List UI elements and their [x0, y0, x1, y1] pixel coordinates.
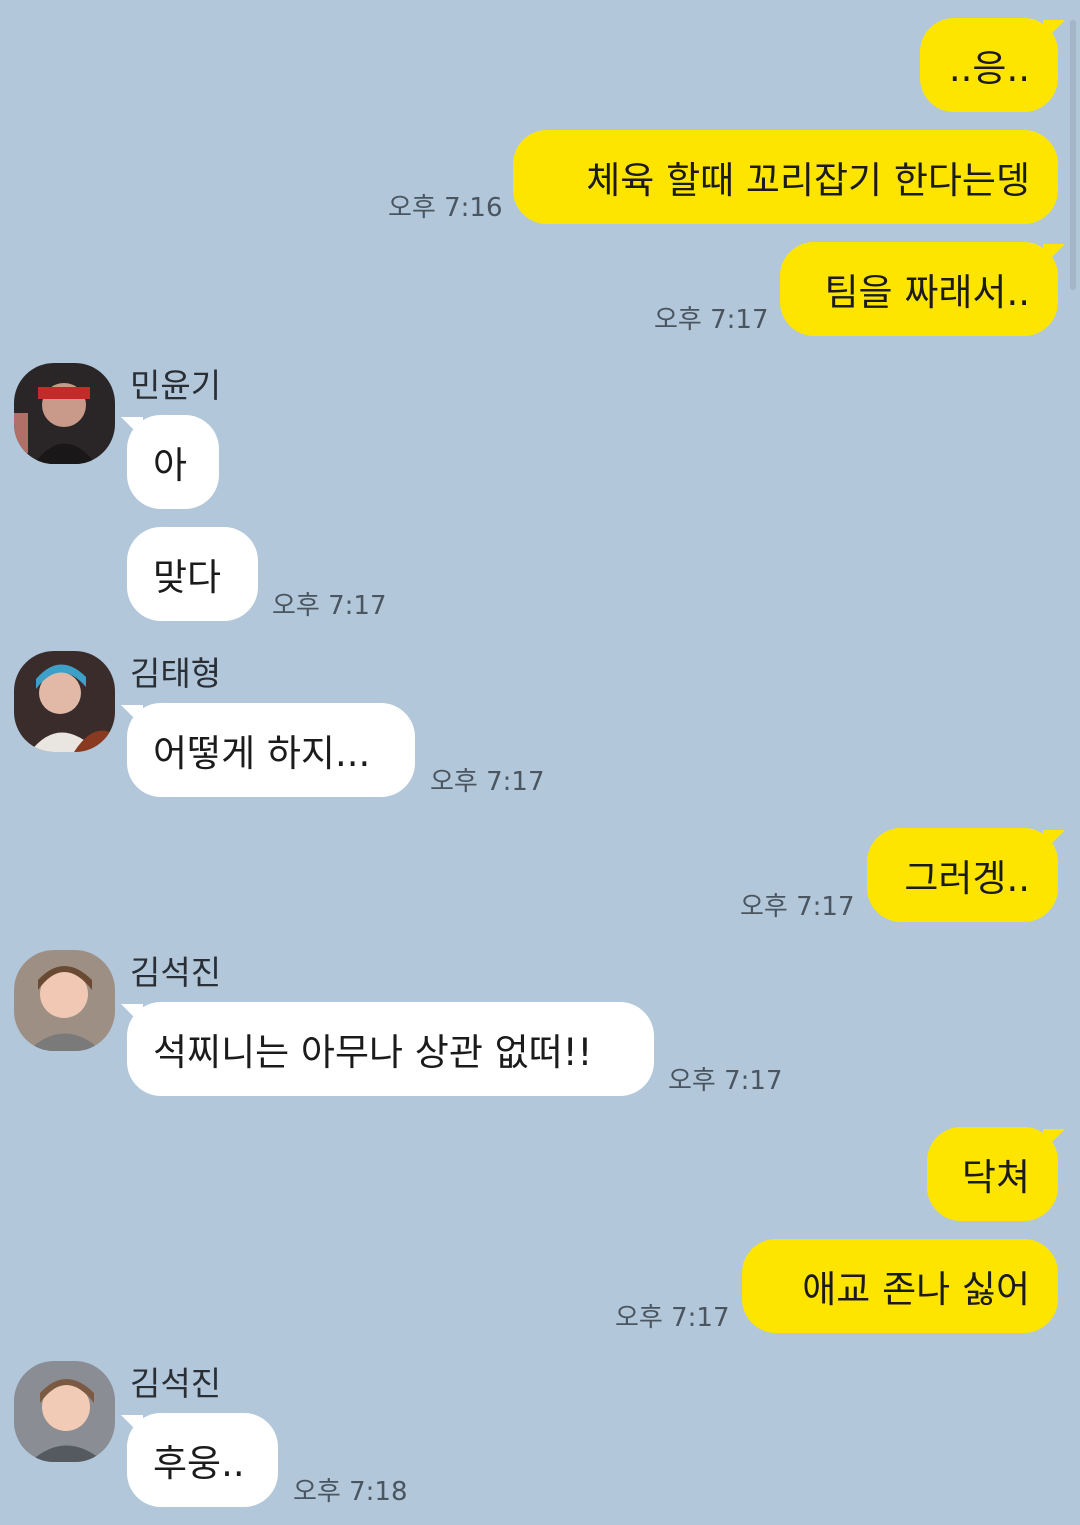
- avatar-taehyung[interactable]: [14, 651, 115, 752]
- avatar-yoongi[interactable]: [14, 363, 115, 464]
- message-timestamp: 오후 7:17: [740, 892, 855, 922]
- bubble-tail: [121, 1004, 143, 1026]
- avatar-seokjin[interactable]: [14, 950, 115, 1051]
- bubble-tail: [1043, 244, 1065, 266]
- message-text: 닥쳐: [961, 1156, 1030, 1199]
- message-timestamp: 오후 7:17: [272, 591, 387, 621]
- my-message-bubble[interactable]: 팀을 짜래서..: [780, 242, 1058, 336]
- bubble-tail: [1043, 20, 1065, 42]
- my-message-bubble[interactable]: ..응..: [920, 18, 1058, 112]
- message-text: 그러겡..: [904, 857, 1030, 900]
- their-message-bubble[interactable]: 맞다: [127, 527, 258, 621]
- sender-name: 김석진: [130, 953, 222, 992]
- sender-name: 김태형: [130, 654, 222, 693]
- bubble-tail: [121, 417, 143, 439]
- bubble-tail: [121, 1415, 143, 1437]
- message-timestamp: 오후 7:18: [293, 1477, 408, 1507]
- avatar-photo-icon: [14, 950, 115, 1051]
- message-timestamp: 오후 7:16: [388, 193, 503, 223]
- message-text: 아: [153, 444, 188, 487]
- avatar-seokjin[interactable]: [14, 1361, 115, 1462]
- avatar-photo-icon: [14, 363, 115, 464]
- their-message-bubble[interactable]: 후웅..: [127, 1413, 278, 1507]
- bubble-tail: [121, 705, 143, 727]
- message-timestamp: 오후 7:17: [654, 305, 769, 335]
- message-text: 팀을 짜래서..: [824, 271, 1030, 314]
- avatar-photo-icon: [14, 1361, 115, 1462]
- message-text: 맞다: [153, 556, 222, 599]
- sender-name: 김석진: [130, 1364, 222, 1403]
- my-message-bubble[interactable]: 애교 존나 싫어: [742, 1239, 1058, 1333]
- their-message-bubble[interactable]: 어떻게 하지...: [127, 703, 415, 797]
- avatar-photo-icon: [14, 651, 115, 752]
- message-text: 후웅..: [153, 1442, 245, 1485]
- message-text: ..응..: [948, 47, 1030, 90]
- message-timestamp: 오후 7:17: [668, 1066, 783, 1096]
- sender-name: 민윤기: [130, 366, 222, 405]
- bubble-tail: [1043, 1129, 1065, 1151]
- scrollbar[interactable]: [1070, 20, 1076, 290]
- their-message-bubble[interactable]: 석찌니는 아무나 상관 없떠!!: [127, 1002, 654, 1096]
- message-timestamp: 오후 7:17: [615, 1303, 730, 1333]
- bubble-tail: [1043, 830, 1065, 852]
- message-timestamp: 오후 7:17: [430, 767, 545, 797]
- message-text: 체육 할때 꼬리잡기 한다는뎅: [586, 159, 1030, 202]
- my-message-bubble[interactable]: 그러겡..: [867, 828, 1058, 922]
- my-message-bubble[interactable]: 닥쳐: [927, 1127, 1058, 1221]
- my-message-bubble[interactable]: 체육 할때 꼬리잡기 한다는뎅: [513, 130, 1058, 224]
- message-text: 어떻게 하지...: [153, 732, 371, 775]
- message-text: 석찌니는 아무나 상관 없떠!!: [153, 1031, 593, 1074]
- message-text: 애교 존나 싫어: [802, 1268, 1030, 1311]
